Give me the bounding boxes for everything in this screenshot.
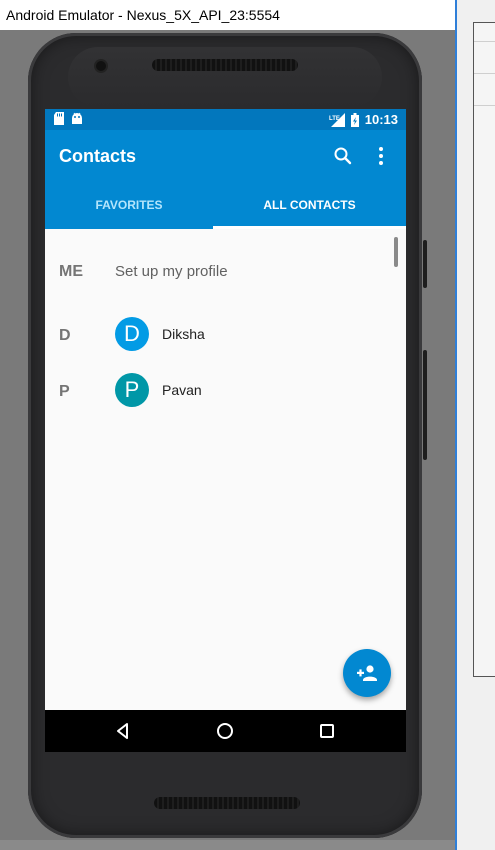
search-icon[interactable] [331, 144, 355, 168]
host-side-panel [457, 0, 495, 850]
add-person-icon [357, 665, 377, 681]
contact-name: Diksha [162, 326, 205, 342]
avatar: D [115, 317, 149, 351]
scrollbar-thumb[interactable] [394, 237, 398, 267]
navigation-bar [45, 710, 406, 752]
home-icon[interactable] [214, 720, 236, 742]
host-panel-rule [474, 105, 495, 106]
recents-icon[interactable] [316, 720, 338, 742]
status-time: 10:13 [364, 112, 398, 127]
overflow-menu-icon[interactable] [371, 144, 391, 168]
back-icon[interactable] [112, 720, 134, 742]
bottom-speaker [154, 797, 300, 809]
status-bar: LTE 10:13 [45, 109, 406, 130]
host-bottom-edge [0, 840, 455, 850]
contact-row-pavan[interactable]: P P Pavan [45, 363, 394, 419]
section-letter: D [59, 327, 71, 344]
phone-bezel-top [68, 47, 382, 107]
add-contact-button[interactable] [343, 649, 391, 697]
tab-indicator [213, 226, 406, 229]
android-icon [72, 112, 82, 124]
window-title: Android Emulator - Nexus_5X_API_23:5554 [0, 0, 457, 30]
section-letter-me: ME [59, 263, 83, 280]
host-panel-rule [474, 73, 495, 74]
contact-name: Pavan [162, 382, 202, 398]
camera-icon [96, 61, 106, 71]
power-button[interactable] [423, 350, 427, 460]
setup-profile-link[interactable]: Set up my profile [115, 263, 228, 280]
host-panel-rule [474, 41, 495, 42]
battery-charging-icon [350, 112, 359, 127]
tab-all-contacts[interactable]: ALL CONTACTS [213, 184, 406, 229]
sd-card-icon [54, 112, 64, 125]
section-letter: P [59, 383, 70, 400]
volume-button[interactable] [423, 240, 427, 288]
tab-favorites[interactable]: FAVORITES [45, 184, 213, 229]
host-panel-frame [473, 22, 495, 677]
contact-row-diksha[interactable]: D D Diksha [45, 307, 394, 363]
app-bar: Contacts FAVORITES ALL CONTACTS [45, 130, 406, 229]
svg-text:LTE: LTE [329, 116, 340, 122]
lte-signal-icon: LTE [329, 112, 345, 127]
avatar: P [115, 373, 149, 407]
app-title: Contacts [59, 146, 137, 166]
device-screen: LTE 10:13 Contacts FAVORITES ALL CONTACT… [45, 109, 406, 752]
earpiece-speaker [152, 59, 298, 71]
